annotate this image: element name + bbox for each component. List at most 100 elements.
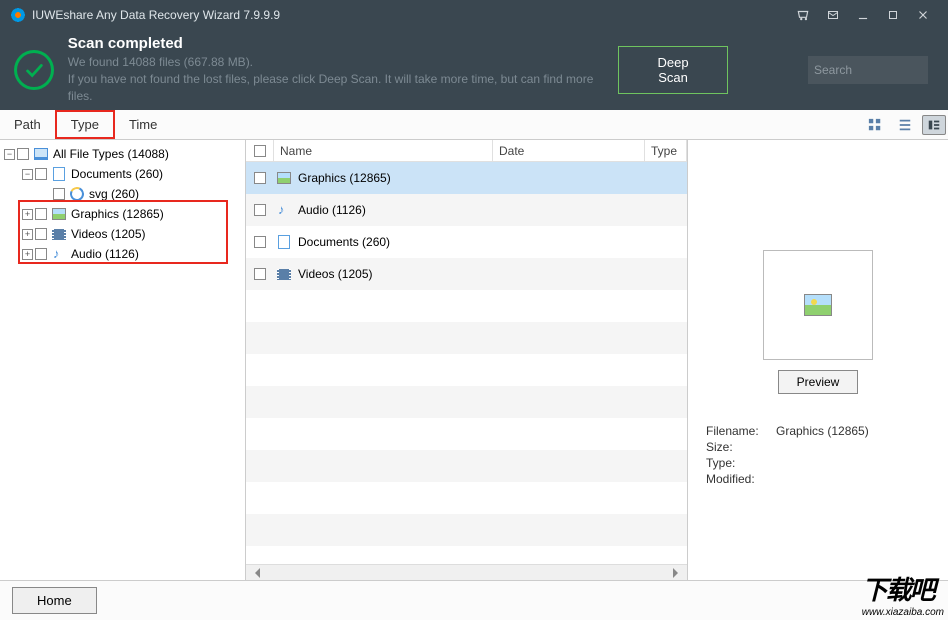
bottom-bar: Home xyxy=(0,580,948,620)
row-label: Audio (1126) xyxy=(298,203,366,217)
status-panel: Scan completed We found 14088 files (667… xyxy=(0,30,948,110)
app-title: IUWEshare Any Data Recovery Wizard 7.9.9… xyxy=(32,8,280,22)
row-type-icon xyxy=(276,234,292,250)
tree-checkbox[interactable] xyxy=(35,228,47,240)
list-row xyxy=(246,354,687,386)
row-type-icon xyxy=(276,266,292,282)
tree-svg[interactable]: svg (260) xyxy=(0,184,245,204)
col-date[interactable]: Date xyxy=(493,140,645,161)
list-row[interactable]: Videos (1205) xyxy=(246,258,687,290)
video-icon xyxy=(51,226,67,242)
maximize-button[interactable] xyxy=(878,0,908,30)
prop-size-label: Size: xyxy=(706,440,776,454)
horizontal-scrollbar[interactable] xyxy=(246,564,687,580)
row-label: Documents (260) xyxy=(298,235,390,249)
tree-label: Videos (1205) xyxy=(71,227,146,241)
tree-label: Documents (260) xyxy=(71,167,163,181)
col-type[interactable]: Type xyxy=(645,140,687,161)
row-type-icon xyxy=(276,202,292,218)
document-icon xyxy=(51,166,67,182)
tree-checkbox[interactable] xyxy=(35,168,47,180)
tree-checkbox[interactable] xyxy=(17,148,29,160)
row-type-icon xyxy=(276,170,292,186)
view-toolbar: Path Type Time xyxy=(0,110,948,140)
list-row[interactable]: Documents (260) xyxy=(246,226,687,258)
search-box[interactable] xyxy=(808,56,928,84)
watermark: 下载吧 www.xiazaiba.com xyxy=(862,570,944,618)
expand-icon[interactable]: + xyxy=(22,249,33,260)
status-line2: If you have not found the lost files, pl… xyxy=(68,71,618,105)
preview-button[interactable]: Preview xyxy=(778,370,859,394)
browser-file-icon xyxy=(69,186,85,202)
tree-label: svg (260) xyxy=(89,187,139,201)
tree-checkbox[interactable] xyxy=(35,248,47,260)
list-row xyxy=(246,290,687,322)
home-button[interactable]: Home xyxy=(12,587,97,614)
collapse-icon[interactable]: − xyxy=(4,149,15,160)
list-row xyxy=(246,418,687,450)
tree-checkbox[interactable] xyxy=(53,188,65,200)
status-line1: We found 14088 files (667.88 MB). xyxy=(68,54,618,71)
view-list-icon[interactable] xyxy=(890,110,920,139)
row-label: Graphics (12865) xyxy=(298,171,391,185)
tab-type[interactable]: Type xyxy=(55,110,115,139)
view-detail-icon[interactable] xyxy=(922,115,946,135)
expand-icon[interactable]: + xyxy=(22,229,33,240)
list-row[interactable]: Graphics (12865) xyxy=(246,162,687,194)
image-icon xyxy=(51,206,67,222)
title-bar: IUWEshare Any Data Recovery Wizard 7.9.9… xyxy=(0,0,948,30)
row-checkbox[interactable] xyxy=(254,236,266,248)
tree-documents[interactable]: − Documents (260) xyxy=(0,164,245,184)
row-checkbox[interactable] xyxy=(254,172,266,184)
list-row xyxy=(246,482,687,514)
list-row xyxy=(246,386,687,418)
file-type-tree: − All File Types (14088) − Documents (26… xyxy=(0,140,246,580)
row-checkbox[interactable] xyxy=(254,204,266,216)
tab-time[interactable]: Time xyxy=(115,110,171,139)
success-check-icon xyxy=(14,50,54,90)
col-check[interactable] xyxy=(246,140,274,161)
computer-icon xyxy=(33,146,49,162)
envelope-icon[interactable] xyxy=(818,0,848,30)
audio-icon xyxy=(51,246,67,262)
app-logo-icon xyxy=(10,7,26,23)
list-row xyxy=(246,450,687,482)
tree-label: Graphics (12865) xyxy=(71,207,164,221)
view-grid-icon[interactable] xyxy=(860,110,890,139)
list-header: Name Date Type xyxy=(246,140,687,162)
row-label: Videos (1205) xyxy=(298,267,373,281)
list-row[interactable]: Audio (1126) xyxy=(246,194,687,226)
close-button[interactable] xyxy=(908,0,938,30)
file-list: Name Date Type Graphics (12865) Audio (11… xyxy=(246,140,688,580)
list-row xyxy=(246,546,687,564)
tab-path[interactable]: Path xyxy=(0,110,55,139)
expand-icon[interactable]: + xyxy=(22,209,33,220)
file-properties: Filename:Graphics (12865) Size: Type: Mo… xyxy=(698,424,938,486)
list-body: Graphics (12865) Audio (1126) Documents (2… xyxy=(246,162,687,564)
preview-panel: Preview Filename:Graphics (12865) Size: … xyxy=(688,140,948,580)
cart-icon[interactable] xyxy=(788,0,818,30)
tree-videos[interactable]: + Videos (1205) xyxy=(0,224,245,244)
row-checkbox[interactable] xyxy=(254,268,266,280)
status-text: Scan completed We found 14088 files (667… xyxy=(68,35,618,104)
search-input[interactable] xyxy=(814,63,948,77)
prop-type-label: Type: xyxy=(706,456,776,470)
list-row xyxy=(246,322,687,354)
main-area: − All File Types (14088) − Documents (26… xyxy=(0,140,948,580)
thumbnail-icon xyxy=(804,294,832,316)
tree-audio[interactable]: + Audio (1126) xyxy=(0,244,245,264)
tree-label: Audio (1126) xyxy=(71,247,139,261)
collapse-icon[interactable]: − xyxy=(22,169,33,180)
tree-checkbox[interactable] xyxy=(35,208,47,220)
tree-root[interactable]: − All File Types (14088) xyxy=(0,144,245,164)
prop-filename-label: Filename: xyxy=(706,424,776,438)
list-row xyxy=(246,514,687,546)
prop-filename-value: Graphics (12865) xyxy=(776,424,869,438)
status-heading: Scan completed xyxy=(68,35,618,52)
col-name[interactable]: Name xyxy=(274,140,493,161)
prop-modified-label: Modified: xyxy=(706,472,776,486)
tree-graphics[interactable]: + Graphics (12865) xyxy=(0,204,245,224)
deep-scan-button[interactable]: Deep Scan xyxy=(618,46,728,94)
minimize-button[interactable] xyxy=(848,0,878,30)
tree-label: All File Types (14088) xyxy=(53,147,169,161)
